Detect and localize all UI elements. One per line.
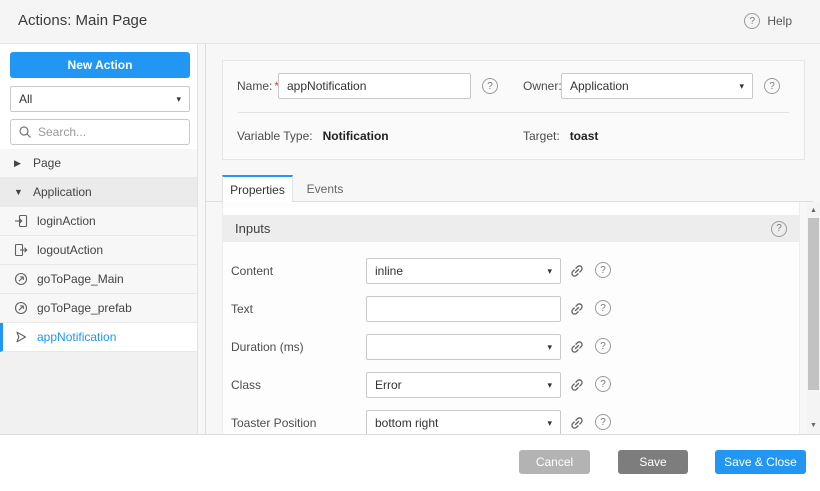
field-row-text: Text ? <box>223 296 799 322</box>
scroll-up-icon[interactable]: ▲ <box>807 204 820 217</box>
chevron-down-icon: ▾ <box>547 380 552 391</box>
field-help-icon[interactable]: ? <box>595 300 611 316</box>
name-field[interactable] <box>278 73 471 99</box>
save-and-close-button[interactable]: Save & Close <box>715 450 806 474</box>
field-row-content: Content inline ▾ ? <box>223 258 799 284</box>
bind-variable-icon[interactable] <box>569 339 585 355</box>
name-label: Name: <box>237 79 272 93</box>
search-box[interactable] <box>10 119 190 145</box>
list-item-label: goToPage_prefab <box>37 301 132 315</box>
field-row-class: Class Error ▾ ? <box>223 372 799 398</box>
login-icon <box>14 214 28 228</box>
footer-bar: Cancel Save Save & Close <box>0 435 820 491</box>
save-button[interactable]: Save <box>618 450 688 474</box>
field-label: Text <box>231 302 253 316</box>
inputs-section-title: Inputs <box>235 221 270 236</box>
help-icon[interactable]: ? <box>744 13 760 29</box>
list-item-label: appNotification <box>37 330 116 344</box>
text-field[interactable] <box>366 296 561 322</box>
field-value: bottom right <box>375 416 438 430</box>
sidebar-item-logoutaction[interactable]: logoutAction <box>0 236 197 265</box>
field-value: inline <box>375 264 403 278</box>
filter-value: All <box>19 92 32 106</box>
chevron-down-icon[interactable]: ▼ <box>14 187 24 197</box>
bind-variable-icon[interactable] <box>569 377 585 393</box>
owner-value: Application <box>570 79 629 93</box>
field-help-icon[interactable]: ? <box>595 376 611 392</box>
sidebar-item-gotopage-main[interactable]: goToPage_Main <box>0 265 197 294</box>
field-label: Duration (ms) <box>231 340 304 354</box>
toaster-position-dropdown[interactable]: bottom right ▾ <box>366 410 561 436</box>
logout-icon <box>14 243 28 257</box>
target-value: toast <box>570 129 599 143</box>
owner-help-icon[interactable]: ? <box>764 78 780 94</box>
variable-type-label: Variable Type: <box>237 129 313 143</box>
sidebar-item-gotopage-prefab[interactable]: goToPage_prefab <box>0 294 197 323</box>
bind-variable-icon[interactable] <box>569 263 585 279</box>
variable-type-value: Notification <box>323 129 389 143</box>
name-help-icon[interactable]: ? <box>482 78 498 94</box>
tab-properties[interactable]: Properties <box>222 175 293 202</box>
sidebar-empty-area <box>0 352 197 434</box>
chevron-down-icon: ▾ <box>547 266 552 277</box>
filter-dropdown[interactable]: All ▾ <box>10 86 190 112</box>
tree-group-application[interactable]: ▼ Application <box>0 178 197 207</box>
scroll-down-icon[interactable]: ▼ <box>807 419 820 432</box>
duration-dropdown[interactable]: ▾ <box>366 334 561 360</box>
bind-variable-icon[interactable] <box>569 301 585 317</box>
navigate-icon <box>14 301 28 315</box>
field-help-icon[interactable]: ? <box>595 338 611 354</box>
sidebar-item-loginaction[interactable]: loginAction <box>0 207 197 236</box>
field-help-icon[interactable]: ? <box>595 262 611 278</box>
list-item-label: logoutAction <box>37 243 103 257</box>
list-item-label: loginAction <box>37 214 96 228</box>
bind-variable-icon[interactable] <box>569 415 585 431</box>
help-button[interactable]: ? Help <box>744 13 792 29</box>
tab-events[interactable]: Events <box>293 175 357 202</box>
page-title: Actions: Main Page <box>18 12 147 29</box>
field-row-duration: Duration (ms) ▾ ? <box>223 334 799 360</box>
field-label: Content <box>231 264 273 278</box>
class-dropdown[interactable]: Error ▾ <box>366 372 561 398</box>
inputs-section-header: Inputs ? <box>223 215 799 242</box>
notification-icon <box>14 330 28 344</box>
field-value: Error <box>375 378 402 392</box>
owner-label: Owner: <box>523 79 562 93</box>
chevron-down-icon: ▾ <box>739 81 744 92</box>
actions-sidebar: New Action All ▾ ▶ Page ▼ Application lo… <box>0 44 198 434</box>
field-help-icon[interactable]: ? <box>595 414 611 430</box>
search-input[interactable] <box>38 125 168 139</box>
vertical-scrollbar[interactable]: ▲ ▼ <box>807 202 820 434</box>
search-icon <box>18 125 32 139</box>
field-label: Toaster Position <box>231 416 316 430</box>
field-row-toaster-position: Toaster Position bottom right ▾ ? <box>223 410 799 436</box>
owner-dropdown[interactable]: Application ▾ <box>561 73 753 99</box>
panel-divider <box>238 112 789 113</box>
action-detail-pane: Name: * ? Owner: * Application ▾ ? Varia… <box>198 44 820 434</box>
field-label: Class <box>231 378 261 392</box>
pane-divider <box>205 44 206 434</box>
list-item-label: goToPage_Main <box>37 272 124 286</box>
scrollbar-thumb[interactable] <box>808 218 819 390</box>
chevron-down-icon: ▾ <box>547 342 552 353</box>
navigate-icon <box>14 272 28 286</box>
chevron-right-icon[interactable]: ▶ <box>14 158 24 169</box>
inputs-help-icon[interactable]: ? <box>771 221 787 237</box>
tree-group-label: Application <box>33 185 92 199</box>
content-dropdown[interactable]: inline ▾ <box>366 258 561 284</box>
tree-group-label: Page <box>33 156 61 170</box>
help-label: Help <box>767 14 792 28</box>
action-summary-panel: Name: * ? Owner: * Application ▾ ? Varia… <box>222 60 805 160</box>
cancel-button[interactable]: Cancel <box>519 450 590 474</box>
sidebar-item-appnotification[interactable]: appNotification <box>0 323 197 352</box>
properties-panel: Inputs ? Content inline ▾ ? Text ? <box>222 202 800 434</box>
new-action-button[interactable]: New Action <box>10 52 190 78</box>
chevron-down-icon: ▾ <box>547 418 552 429</box>
target-label: Target: <box>523 129 560 143</box>
tree-group-page[interactable]: ▶ Page <box>0 149 197 178</box>
chevron-down-icon: ▾ <box>176 94 181 105</box>
actions-tree: ▶ Page ▼ Application loginAction logoutA… <box>0 149 197 352</box>
title-bar: Actions: Main Page ? Help <box>0 0 820 44</box>
